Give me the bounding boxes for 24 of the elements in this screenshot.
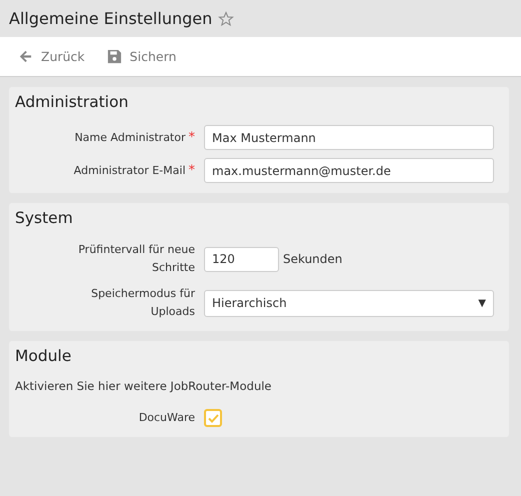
check-icon (208, 414, 218, 422)
field-label: Prüfintervall für neue Schritte (77, 242, 195, 276)
field-label: Administrator E-Mail (74, 162, 186, 178)
field-label: Name Administrator (74, 130, 186, 146)
page-title: Allgemeine Einstellungen (9, 9, 212, 28)
star-icon[interactable] (218, 10, 234, 26)
back-arrow-icon (18, 49, 33, 64)
section-title: Administration (15, 93, 130, 111)
save-button[interactable]: Sichern (106, 49, 176, 64)
text-field[interactable]: Max Mustermann (204, 125, 494, 150)
checkbox[interactable] (204, 409, 222, 427)
back-button[interactable]: Zurück (18, 49, 85, 64)
field-label: Speichermodus für Uploads (90, 286, 195, 320)
section-title: System (15, 209, 74, 227)
section-description: Aktivieren Sie hier weitere JobRouter-Module (15, 379, 273, 393)
field-label: DocuWare (138, 410, 195, 426)
dropdown[interactable]: Hierarchisch ▼ (204, 290, 494, 316)
text-field[interactable]: max.mustermann@muster.de (204, 158, 494, 183)
required-mark: * (188, 162, 195, 180)
unit-label: Sekunden (283, 252, 342, 266)
number-field[interactable]: 120 (204, 246, 279, 272)
section-title: Module (15, 347, 72, 365)
required-mark: * (188, 128, 195, 146)
save-icon (106, 49, 122, 64)
